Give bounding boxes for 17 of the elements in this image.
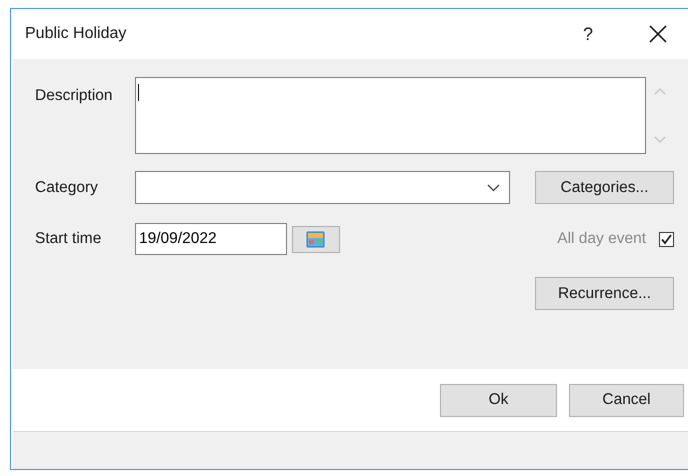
categories-button[interactable]: Categories... [535, 171, 674, 204]
chevron-down-icon [487, 184, 500, 192]
field-label: Description [34, 86, 114, 105]
help-button[interactable]: ? [578, 24, 598, 44]
cancel-button[interactable]: Cancel [569, 384, 684, 416]
close-button[interactable] [648, 25, 668, 43]
field-label: Start time [34, 230, 102, 248]
calendar-icon [306, 230, 326, 248]
window-title: Public Holiday [25, 25, 128, 43]
ok-button[interactable]: Ok [440, 384, 557, 416]
recurrence-button[interactable]: Recurrence... [535, 277, 674, 310]
all-day-event-label: All day event [557, 230, 646, 248]
category-dropdown[interactable] [135, 171, 510, 204]
description-field[interactable] [135, 77, 646, 154]
start-time-field[interactable]: 19/09/2022 [135, 223, 287, 255]
calendar-button[interactable] [292, 226, 340, 252]
field-label: Category [34, 178, 99, 196]
